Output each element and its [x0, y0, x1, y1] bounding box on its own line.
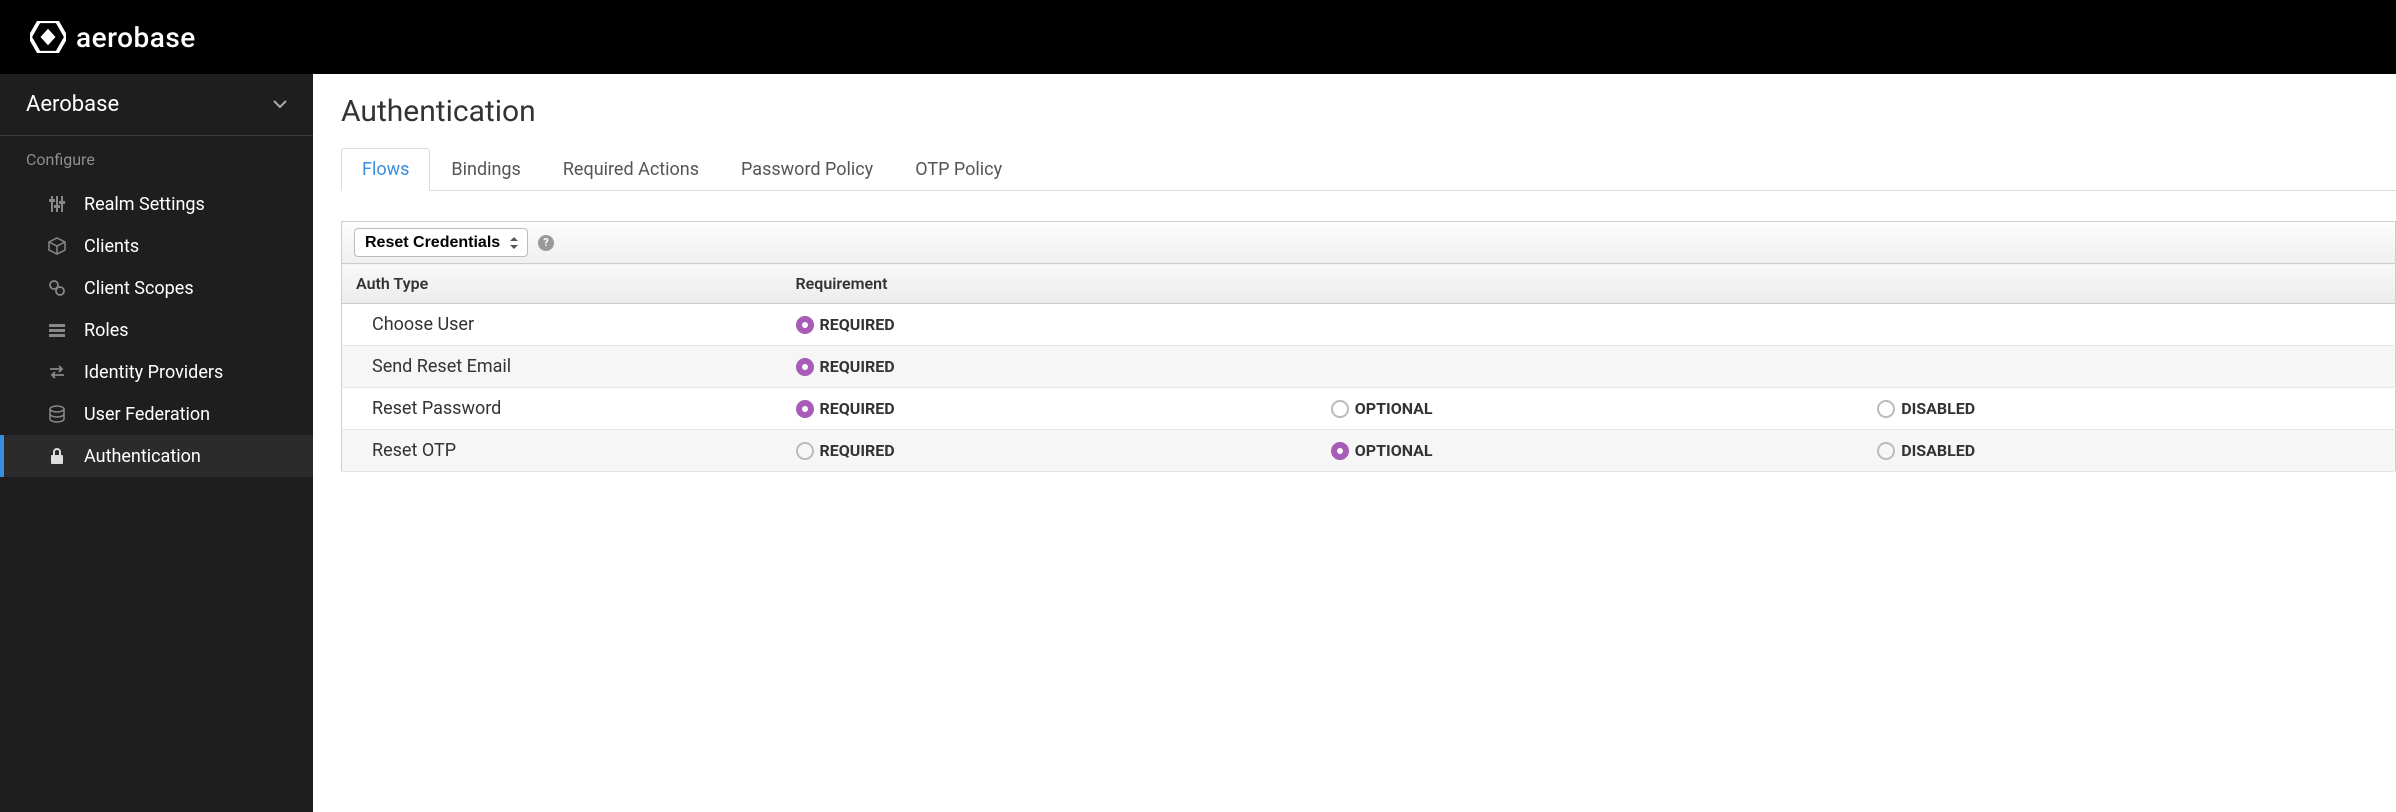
app-header: aerobase	[0, 0, 2396, 74]
sidebar-item-identity-providers[interactable]: Identity Providers	[0, 351, 313, 393]
radio-icon[interactable]	[1331, 400, 1349, 418]
sidebar-item-label: Roles	[84, 320, 129, 341]
radio-icon[interactable]	[796, 442, 814, 460]
chevron-down-icon	[273, 97, 287, 113]
auth-type-cell: Reset OTP	[342, 430, 782, 472]
flow-panel: Reset Credentials ? Auth Type Requiremen…	[341, 221, 2396, 472]
sidebar-item-roles[interactable]: Roles	[0, 309, 313, 351]
sidebar-item-authentication[interactable]: Authentication	[0, 435, 313, 477]
realm-selector[interactable]: Aerobase	[0, 74, 313, 136]
logo-icon	[30, 21, 66, 53]
database-icon	[46, 403, 68, 425]
col-header-requirement: Requirement	[782, 264, 2396, 304]
requirement-cell-required: REQUIRED	[782, 388, 1317, 430]
requirement-cell-optional: OPTIONAL	[1317, 388, 1863, 430]
flow-table: Auth Type Requirement Choose User REQUIRE…	[341, 263, 2396, 472]
radio-icon[interactable]	[796, 316, 814, 334]
sidebar-item-label: Authentication	[84, 446, 201, 467]
radio-option-required[interactable]: REQUIRED	[796, 357, 1303, 376]
table-row: Send Reset Email REQUIRED	[342, 346, 2396, 388]
radio-option-required[interactable]: REQUIRED	[796, 441, 1303, 460]
sidebar-item-label: Clients	[84, 236, 139, 257]
radio-option-disabled[interactable]: DISABLED	[1877, 441, 2381, 460]
tab-bar: Flows Bindings Required Actions Password…	[341, 147, 2396, 191]
brand-name: aerobase	[76, 21, 196, 54]
list-icon	[46, 319, 68, 341]
page-title: Authentication	[341, 94, 2396, 129]
requirement-cell-optional	[1317, 346, 1863, 388]
sidebar-item-label: Realm Settings	[84, 194, 205, 215]
sidebar-section-configure: Configure	[0, 136, 313, 183]
radio-option-optional[interactable]: OPTIONAL	[1331, 441, 1849, 460]
sidebar-item-realm-settings[interactable]: Realm Settings	[0, 183, 313, 225]
radio-label: REQUIRED	[820, 399, 895, 418]
requirement-cell-optional: OPTIONAL	[1317, 430, 1863, 472]
sidebar: Aerobase Configure Realm Settings Client…	[0, 74, 313, 812]
radio-option-required[interactable]: REQUIRED	[796, 315, 1303, 334]
brand-logo[interactable]: aerobase	[30, 21, 196, 54]
sidebar-item-label: User Federation	[84, 404, 210, 425]
tab-otp-policy[interactable]: OTP Policy	[894, 148, 1023, 191]
radio-label: REQUIRED	[820, 441, 895, 460]
radio-label: DISABLED	[1901, 399, 1975, 418]
table-row: Reset OTP REQUIRED OPTIONAL DISABLED	[342, 430, 2396, 472]
requirement-cell-required: REQUIRED	[782, 304, 1317, 346]
tab-required-actions[interactable]: Required Actions	[542, 148, 720, 191]
table-row: Reset Password REQUIRED OPTIONAL DISABLED	[342, 388, 2396, 430]
sidebar-item-clients[interactable]: Clients	[0, 225, 313, 267]
tab-password-policy[interactable]: Password Policy	[720, 148, 894, 191]
radio-label: OPTIONAL	[1355, 441, 1433, 460]
radio-label: OPTIONAL	[1355, 399, 1433, 418]
sliders-icon	[46, 193, 68, 215]
radio-option-required[interactable]: REQUIRED	[796, 399, 1303, 418]
requirement-cell-required: REQUIRED	[782, 346, 1317, 388]
col-header-auth-type: Auth Type	[342, 264, 782, 304]
tab-bindings[interactable]: Bindings	[430, 148, 541, 191]
tab-label: Required Actions	[563, 159, 699, 180]
radio-label: DISABLED	[1901, 441, 1975, 460]
radio-option-optional[interactable]: OPTIONAL	[1331, 399, 1849, 418]
requirement-cell-optional	[1317, 304, 1863, 346]
tab-label: Bindings	[451, 159, 520, 180]
radio-label: REQUIRED	[820, 315, 895, 334]
radio-icon[interactable]	[796, 358, 814, 376]
auth-type-cell: Choose User	[342, 304, 782, 346]
requirement-cell-disabled	[1863, 346, 2395, 388]
auth-type-cell: Reset Password	[342, 388, 782, 430]
flow-select[interactable]: Reset Credentials	[354, 228, 528, 257]
radio-icon[interactable]	[1331, 442, 1349, 460]
tab-label: Password Policy	[741, 159, 873, 180]
swap-icon	[46, 361, 68, 383]
flow-selector-row: Reset Credentials ?	[341, 221, 2396, 263]
requirement-cell-required: REQUIRED	[782, 430, 1317, 472]
help-icon[interactable]: ?	[538, 235, 554, 251]
tab-label: OTP Policy	[915, 159, 1002, 180]
sidebar-item-client-scopes[interactable]: Client Scopes	[0, 267, 313, 309]
lock-icon	[46, 445, 68, 467]
radio-icon[interactable]	[1877, 400, 1895, 418]
radio-icon[interactable]	[796, 400, 814, 418]
sidebar-item-user-federation[interactable]: User Federation	[0, 393, 313, 435]
table-row: Choose User REQUIRED	[342, 304, 2396, 346]
radio-label: REQUIRED	[820, 357, 895, 376]
requirement-cell-disabled: DISABLED	[1863, 388, 2395, 430]
cube-icon	[46, 235, 68, 257]
requirement-cell-disabled	[1863, 304, 2395, 346]
chain-icon	[46, 277, 68, 299]
sidebar-item-label: Client Scopes	[84, 278, 194, 299]
radio-icon[interactable]	[1877, 442, 1895, 460]
main-content: Authentication Flows Bindings Required A…	[313, 74, 2396, 812]
sidebar-item-label: Identity Providers	[84, 362, 223, 383]
requirement-cell-disabled: DISABLED	[1863, 430, 2395, 472]
tab-label: Flows	[362, 159, 409, 180]
tab-flows[interactable]: Flows	[341, 148, 430, 191]
realm-name: Aerobase	[26, 92, 119, 117]
auth-type-cell: Send Reset Email	[342, 346, 782, 388]
radio-option-disabled[interactable]: DISABLED	[1877, 399, 2381, 418]
